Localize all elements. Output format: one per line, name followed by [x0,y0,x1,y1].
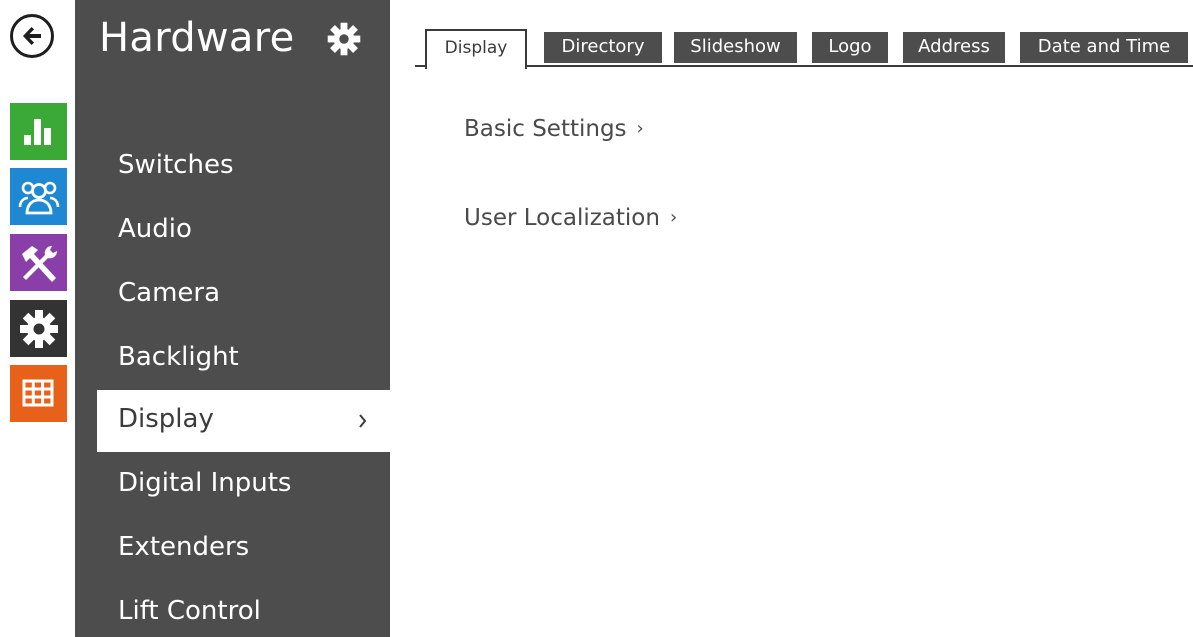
system-tile[interactable] [10,365,67,422]
services-tile[interactable] [10,234,67,291]
app-window: Hardware Switches Audio Camera Backlight… [0,0,1193,637]
menu-item-label: Display [118,404,214,434]
tab-slideshow[interactable]: Slideshow [674,32,797,63]
bar-chart-icon [24,119,51,145]
menu-item-extenders[interactable]: Extenders [97,518,390,580]
gear-icon [20,310,58,348]
menu-item-label: Switches [118,150,234,180]
tab-date-and-time[interactable]: Date and Time [1020,32,1188,63]
menu-title: Hardware [99,15,295,61]
back-button[interactable] [10,14,54,58]
tools-icon [22,245,58,282]
chevron-right-icon: › [636,118,644,139]
hardware-tile[interactable] [10,300,67,357]
menu-item-switches[interactable]: Switches [97,136,390,198]
gear-icon[interactable] [326,21,362,57]
menu-item-backlight[interactable]: Backlight [97,328,390,390]
menu-item-digital-inputs[interactable]: Digital Inputs [97,454,390,516]
menu-item-label: Camera [118,278,221,308]
menu-item-label: Backlight [118,342,239,372]
menu-item-label: Audio [118,214,192,244]
menu-item-label: Extenders [118,532,250,562]
basic-settings-link[interactable]: Basic Settings › [464,116,644,142]
menu-item-label: Lift Control [118,596,261,626]
grid-icon [22,379,54,407]
tab-address[interactable]: Address [903,32,1005,63]
user-localization-label: User Localization [464,205,660,231]
arrow-left-icon [23,27,41,45]
menu-item-audio[interactable]: Audio [97,200,390,262]
tab-directory[interactable]: Directory [544,32,662,63]
chevron-right-icon [359,414,367,428]
menu-item-display[interactable]: Display [97,390,390,452]
users-icon [18,181,60,215]
tab-logo[interactable]: Logo [812,32,888,63]
user-localization-link[interactable]: User Localization › [464,205,677,231]
basic-settings-label: Basic Settings [464,116,627,142]
status-tile[interactable] [10,103,67,160]
hardware-menu: Hardware Switches Audio Camera Backlight… [75,0,390,637]
tabs-underline [415,65,1193,67]
tab-display[interactable]: Display [425,29,527,69]
chevron-right-icon: › [669,207,678,228]
menu-item-camera[interactable]: Camera [97,264,390,326]
menu-item-label: Digital Inputs [118,468,292,498]
users-tile[interactable] [10,168,67,225]
menu-item-lift-control[interactable]: Lift Control [97,582,390,637]
